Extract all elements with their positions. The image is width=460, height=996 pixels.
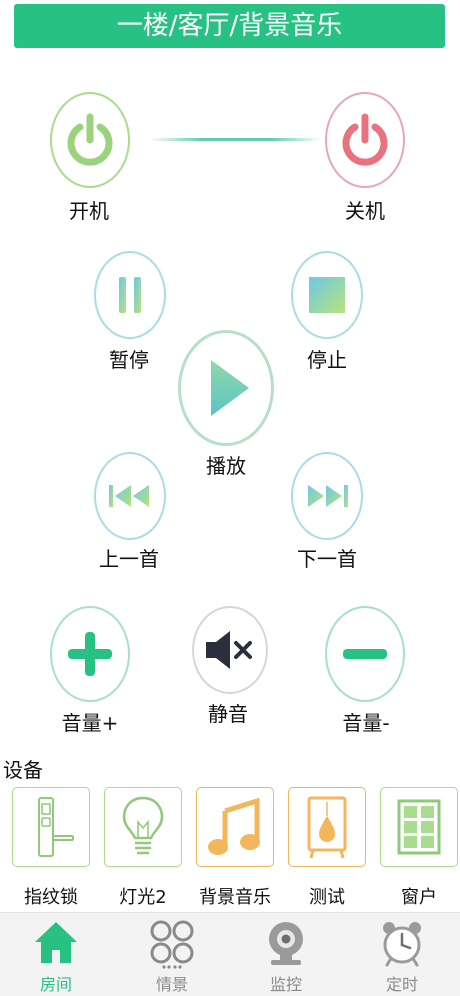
previous-track-button[interactable] — [94, 452, 166, 540]
alarm-clock-icon — [383, 922, 421, 967]
tab-timer[interactable]: 定时 — [356, 913, 448, 996]
page-title: 一楼/客厅/背景音乐 — [14, 4, 445, 48]
volume-up-button[interactable] — [50, 606, 130, 702]
pause-button[interactable] — [94, 251, 166, 339]
power-on-button[interactable] — [50, 92, 130, 188]
tab-label: 监控 — [269, 975, 302, 994]
tab-monitor[interactable]: 监控 — [240, 913, 332, 996]
device-fingerprint-lock[interactable] — [12, 787, 90, 867]
previous-track-icon — [109, 485, 149, 507]
devices-section-title: 设备 — [3, 758, 43, 782]
tab-label: 情景 — [155, 975, 188, 994]
speaker-mute-icon — [206, 631, 252, 669]
plus-icon — [68, 632, 112, 676]
power-off-label: 关机 — [345, 199, 385, 223]
fingerprint-lock-icon — [38, 797, 74, 857]
device-label: 测试 — [309, 887, 345, 908]
house-icon — [35, 922, 77, 963]
power-icon — [67, 113, 113, 166]
play-label: 播放 — [206, 454, 246, 478]
window-icon — [397, 799, 441, 855]
volume-down-button[interactable] — [325, 606, 405, 702]
device-window[interactable] — [380, 787, 458, 867]
tab-label: 房间 — [39, 975, 72, 994]
tab-room[interactable]: 房间 — [10, 913, 102, 996]
device-background-music[interactable] — [196, 787, 274, 867]
music-note-icon — [208, 797, 260, 855]
previous-track-label: 上一首 — [99, 547, 159, 571]
next-track-label: 下一首 — [297, 547, 357, 571]
tab-scene[interactable]: 情景 — [126, 913, 218, 996]
tab-label: 定时 — [385, 975, 418, 994]
volume-down-label: 音量- — [342, 711, 390, 735]
minus-icon — [343, 649, 387, 659]
device-label: 灯光2 — [119, 887, 167, 908]
device-light[interactable] — [104, 787, 182, 867]
power-on-label: 开机 — [69, 199, 109, 223]
bottom-tab-bar: 房间 情景 监控 定时 — [0, 912, 460, 996]
camera-icon — [269, 922, 303, 965]
mute-label: 静音 — [208, 702, 248, 726]
stop-label: 停止 — [307, 348, 347, 372]
scene-circles-icon — [150, 920, 194, 969]
mute-button[interactable] — [192, 606, 268, 694]
lamp-icon — [307, 796, 347, 859]
power-connector — [150, 138, 322, 141]
pause-icon — [119, 277, 141, 313]
device-label: 窗户 — [401, 887, 437, 908]
power-icon — [342, 113, 388, 166]
next-track-icon — [308, 485, 348, 507]
device-test[interactable] — [288, 787, 366, 867]
power-off-button[interactable] — [325, 92, 405, 188]
device-label: 背景音乐 — [199, 887, 271, 908]
stop-button[interactable] — [291, 251, 363, 339]
play-button[interactable] — [178, 330, 274, 446]
next-track-button[interactable] — [291, 452, 363, 540]
volume-up-label: 音量+ — [61, 711, 119, 735]
play-icon — [211, 360, 249, 416]
device-label: 指纹锁 — [24, 887, 78, 908]
pause-label: 暂停 — [109, 348, 149, 372]
light-bulb-icon — [122, 796, 164, 855]
stop-icon — [309, 277, 345, 313]
